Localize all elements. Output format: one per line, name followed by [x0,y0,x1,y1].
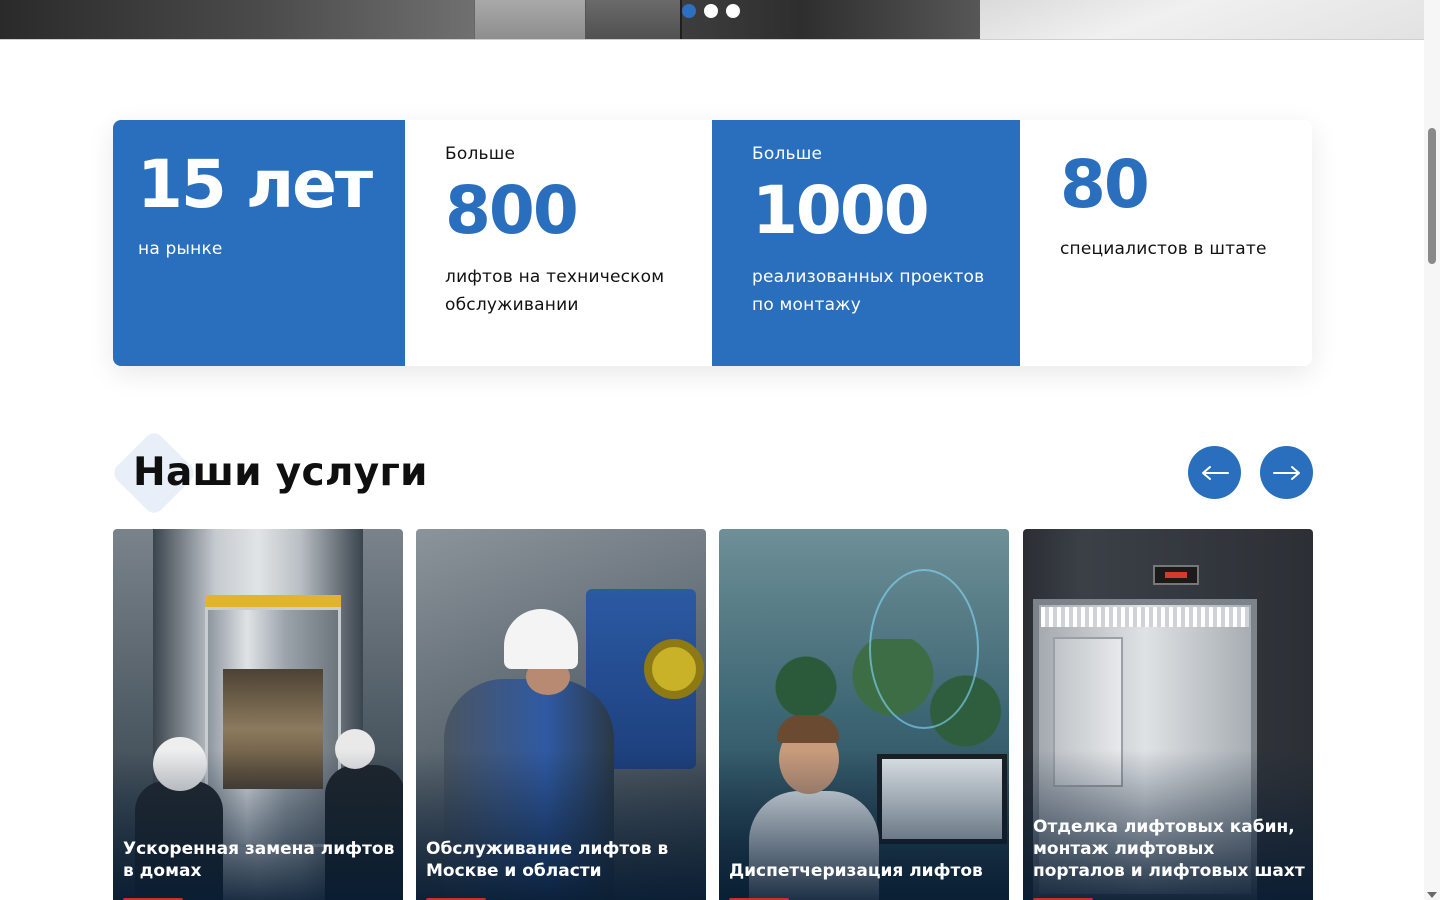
services-prev-button[interactable] [1188,446,1241,499]
services-next-button[interactable] [1260,446,1313,499]
service-card-elevator-replacement[interactable]: Ускоренная замена лифтов в домах [113,529,403,900]
stats-panel: 15 лет на рынке Больше 800 лифтов на тех… [113,120,1312,366]
stat-projects: Больше 1000 реализованных проектов по мо… [712,120,1020,366]
arrow-left-icon [1201,465,1229,480]
hero-image-part [586,0,682,39]
hero-slider [0,0,1424,40]
stat-value: 80 [1060,146,1150,223]
section-title: Наши услуги [133,450,428,495]
hero-image-part [474,0,586,39]
slider-pagination [682,4,740,18]
stat-years: 15 лет на рынке [113,120,405,366]
scroll-down-icon[interactable] [1427,892,1437,898]
slider-dot-1[interactable] [682,4,696,18]
service-card-dispatching[interactable]: Диспетчеризация лифтов [719,529,1009,900]
page-scrollbar[interactable] [1424,0,1440,900]
slider-dot-3[interactable] [726,4,740,18]
stat-prefix: Больше [752,144,823,164]
stat-specialists: 80 специалистов в штате [1020,120,1312,366]
hero-image-part [980,0,1424,39]
stat-description: специалистов в штате [1060,239,1267,259]
slider-dot-2[interactable] [704,4,718,18]
stat-prefix: Больше [445,144,516,164]
stat-elevators-serviced: Больше 800 лифтов на техническом обслужи… [405,120,712,366]
service-card-title[interactable]: Диспетчеризация лифтов [729,860,1001,882]
service-card-cabin-finishing[interactable]: Отделка лифтовых кабин, монтаж лифтовых … [1023,529,1313,900]
stat-description: лифтов на техническом обслуживании [445,267,665,315]
stat-description: реализованных проектов по монтажу [752,267,985,315]
services-carousel: Ускоренная замена лифтов в домах Обслужи… [113,529,1313,900]
stat-value: 800 [445,172,579,249]
stat-description: на рынке [138,239,223,259]
arrow-right-icon [1272,465,1300,480]
stat-value: 1000 [752,172,930,249]
service-card-title[interactable]: Обслуживание лифтов в Москве и области [426,838,698,882]
service-card-title[interactable]: Ускоренная замена лифтов в домах [123,838,395,882]
scrollbar-thumb[interactable] [1428,128,1436,264]
service-card-maintenance[interactable]: Обслуживание лифтов в Москве и области [416,529,706,900]
service-card-title[interactable]: Отделка лифтовых кабин, монтаж лифтовых … [1033,816,1305,882]
stat-value: 15 лет [137,146,373,223]
